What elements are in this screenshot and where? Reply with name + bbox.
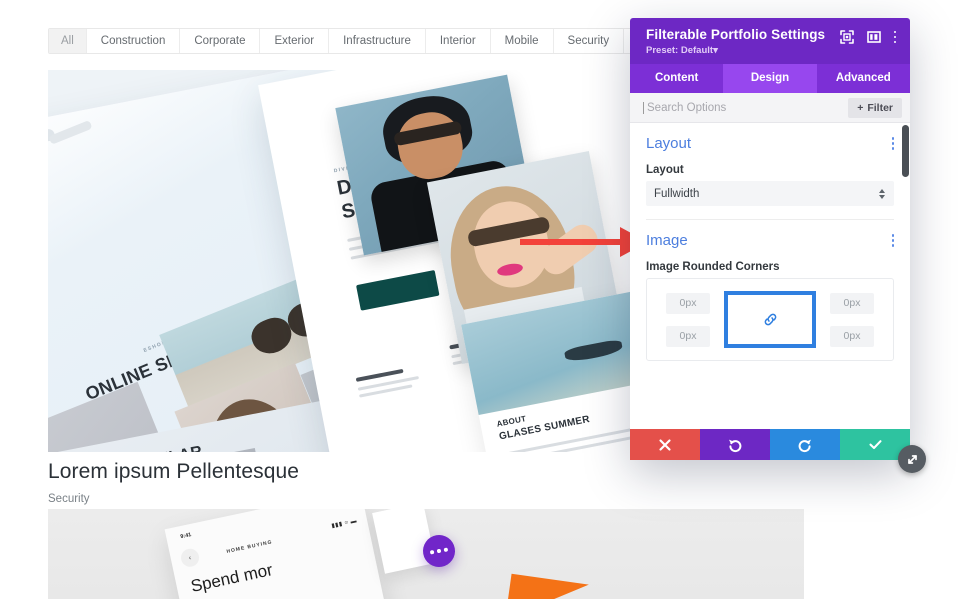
- tab-design[interactable]: Design: [723, 64, 817, 93]
- section-layout-title: Layout: [646, 135, 692, 152]
- filter-tab-exterior[interactable]: Exterior: [260, 29, 330, 53]
- portfolio-item-image-2[interactable]: 9:41 ‹ HOME BUYING ▮▮▮ ≈ ▬ Spend mor: [48, 509, 804, 599]
- filter-button[interactable]: + Filter: [848, 97, 902, 118]
- mockup-primary-button: [356, 269, 440, 311]
- corner-bottom-right-input[interactable]: [830, 325, 874, 347]
- modal-preset-selector[interactable]: Preset: Default▾: [646, 45, 825, 56]
- image-rounded-corners-control: [646, 278, 894, 361]
- section-layout: Layout Layout Fullwidth Grid: [630, 123, 910, 206]
- redo-arrow-icon: [798, 439, 811, 452]
- phone-screen-label: HOME BUYING: [226, 539, 274, 555]
- field-label-image-rounded-corners: Image Rounded Corners: [646, 261, 780, 273]
- modal-scrollbar-thumb[interactable]: [902, 125, 909, 177]
- search-options-input[interactable]: [643, 101, 823, 114]
- more-vertical-icon[interactable]: [893, 30, 896, 44]
- tab-advanced[interactable]: Advanced: [816, 64, 910, 93]
- filter-tab-interior[interactable]: Interior: [425, 29, 491, 53]
- cancel-button[interactable]: [630, 429, 700, 460]
- layout-select-wrapper: Fullwidth Grid: [646, 181, 894, 206]
- corner-top-left-input[interactable]: [666, 292, 710, 314]
- section-image-title: Image: [646, 232, 688, 249]
- section-layout-header[interactable]: Layout: [646, 135, 894, 158]
- portfolio-project-category[interactable]: Security: [48, 493, 90, 505]
- section-image-header[interactable]: Image: [646, 232, 894, 255]
- filter-tab-corporate[interactable]: Corporate: [180, 29, 261, 53]
- layout-select[interactable]: Fullwidth Grid: [646, 181, 894, 206]
- filter-tab-label: Security: [567, 35, 610, 47]
- modal-header: Filterable Portfolio Settings Preset: De…: [630, 18, 910, 64]
- filter-tab-label: Construction: [100, 35, 166, 47]
- modal-body: Layout Layout Fullwidth Grid Image: [630, 123, 910, 429]
- modal-search-bar: + Filter: [630, 93, 910, 123]
- tab-content[interactable]: Content: [630, 64, 724, 93]
- resize-diagonal-icon: [907, 454, 917, 464]
- undo-button[interactable]: [700, 429, 770, 460]
- plus-icon: +: [857, 101, 864, 114]
- mockup-logo-bar: [48, 119, 93, 145]
- undo-arrow-icon: [729, 439, 742, 452]
- filterable-portfolio-settings-modal[interactable]: Filterable Portfolio Settings Preset: De…: [630, 18, 926, 473]
- modal-header-icons: [839, 27, 896, 44]
- page-root: All Construction Corporate Exterior Infrastr…: [0, 0, 960, 599]
- modal-title: Filterable Portfolio Settings: [646, 27, 826, 42]
- split-view-icon[interactable]: [866, 30, 881, 44]
- filter-tab-infrastructure[interactable]: Infrastructure: [329, 29, 426, 53]
- modal-footer-actions: [630, 429, 910, 460]
- portfolio-project-title[interactable]: Lorem ipsum Pellentesque: [48, 460, 299, 484]
- filter-tab-label: Infrastructure: [343, 35, 411, 47]
- fullscreen-expand-icon[interactable]: [839, 30, 854, 44]
- filter-tab-label: Mobile: [504, 35, 539, 47]
- chevron-down-icon: ▾: [713, 45, 718, 56]
- filter-tab-mobile[interactable]: Mobile: [490, 29, 554, 53]
- modal-resize-handle[interactable]: [898, 445, 926, 473]
- modal-tab-bar: Content Design Advanced: [630, 64, 910, 93]
- filter-tab-all[interactable]: All: [49, 29, 87, 53]
- filter-tab-security[interactable]: Security: [553, 29, 625, 53]
- phone-time: 9:41: [179, 532, 192, 541]
- link-icon: [764, 313, 776, 326]
- filter-tab-label: All: [61, 35, 74, 47]
- section-layout-more-vertical-icon[interactable]: [891, 137, 894, 150]
- preset-label: Preset: Default: [646, 45, 714, 56]
- orange-arrow-annotation: [505, 573, 589, 599]
- phone-heading: Spend mor: [189, 560, 275, 596]
- corner-link-toggle[interactable]: [724, 291, 816, 348]
- check-icon: [868, 440, 882, 450]
- field-label-layout: Layout: [646, 164, 684, 176]
- chevron-left-icon: ‹: [179, 547, 201, 569]
- filter-tab-construction[interactable]: Construction: [86, 29, 181, 53]
- mockup-phone-card: 9:41 ‹ HOME BUYING ▮▮▮ ≈ ▬ Spend mor: [164, 509, 392, 599]
- signal-wifi-battery-icon: ▮▮▮ ≈ ▬: [330, 518, 358, 530]
- section-image: Image Image Rounded Corners: [630, 220, 910, 361]
- section-image-more-vertical-icon[interactable]: [891, 234, 894, 247]
- filter-button-label: Filter: [867, 101, 893, 114]
- filter-tab-label: Corporate: [194, 35, 246, 47]
- redo-button[interactable]: [770, 429, 840, 460]
- close-x-icon: [659, 438, 671, 451]
- corner-top-right-input[interactable]: [830, 292, 874, 314]
- about-sunglasses: [563, 338, 624, 364]
- corner-bottom-left-input[interactable]: [666, 325, 710, 347]
- filter-tab-label: Interior: [439, 35, 476, 47]
- filter-tab-label: Exterior: [274, 35, 315, 47]
